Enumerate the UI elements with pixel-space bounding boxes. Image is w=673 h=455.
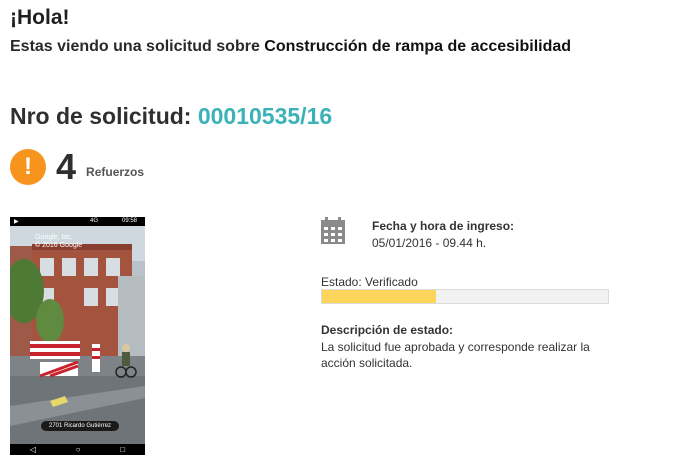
watermark-line1: Google, Inc.: [35, 234, 73, 241]
status-value: Verificado: [365, 275, 418, 289]
street-view-photo[interactable]: ▶ 4G 09:58 Google, Inc. © 2016 Google 27…: [10, 217, 145, 455]
date-label: Fecha y hora de ingreso:: [372, 219, 515, 233]
date-value: 05/01/2016 - 09.44 h.: [372, 236, 487, 250]
street-scene-image: [10, 226, 145, 446]
support-count: 4: [56, 146, 77, 187]
watermark-line2: © 2016 Google: [35, 242, 83, 249]
support-summary: ! 4 Refuerzos: [10, 146, 145, 187]
status-time: 09:58: [122, 218, 138, 224]
description-label: Descripción de estado:: [321, 323, 454, 337]
description-text: La solicitud fue aprobada y corresponde …: [321, 340, 590, 370]
address-pill: 2701 Ricardo Gutiérrez: [41, 421, 120, 431]
status-progress-fill: [322, 290, 437, 303]
request-subject: Construcción de rampa de accesibilidad: [264, 38, 572, 55]
home-icon[interactable]: ○: [76, 445, 81, 454]
request-intro: Estas viendo una solicitud sobre Constru…: [10, 38, 571, 56]
status-line: Estado: Verificado: [321, 275, 418, 289]
exclamation-icon[interactable]: !: [10, 149, 46, 185]
greeting-heading: ¡Hola!: [10, 6, 70, 29]
phone-status-bar: ▶ 4G 09:58: [10, 217, 145, 226]
support-label: Refuerzos: [86, 165, 145, 179]
status-progress-bar: [321, 289, 609, 304]
request-number-label: Nro de solicitud:: [10, 103, 192, 129]
signal-label: 4G: [90, 218, 99, 224]
map-watermark: Google, Inc. © 2016 Google: [35, 234, 82, 250]
status-label: Estado:: [321, 275, 362, 289]
recents-icon[interactable]: □: [120, 445, 125, 454]
request-number-line: Nro de solicitud: 00010535/16: [10, 103, 332, 130]
phone-nav-bar: ◁ ○ □: [10, 444, 145, 455]
play-icon: ▶: [14, 219, 19, 225]
intro-prefix: Estas viendo una solicitud sobre: [10, 38, 260, 55]
back-icon[interactable]: ◁: [30, 445, 36, 454]
calendar-icon: [321, 217, 345, 244]
request-number: 00010535/16: [197, 103, 333, 129]
